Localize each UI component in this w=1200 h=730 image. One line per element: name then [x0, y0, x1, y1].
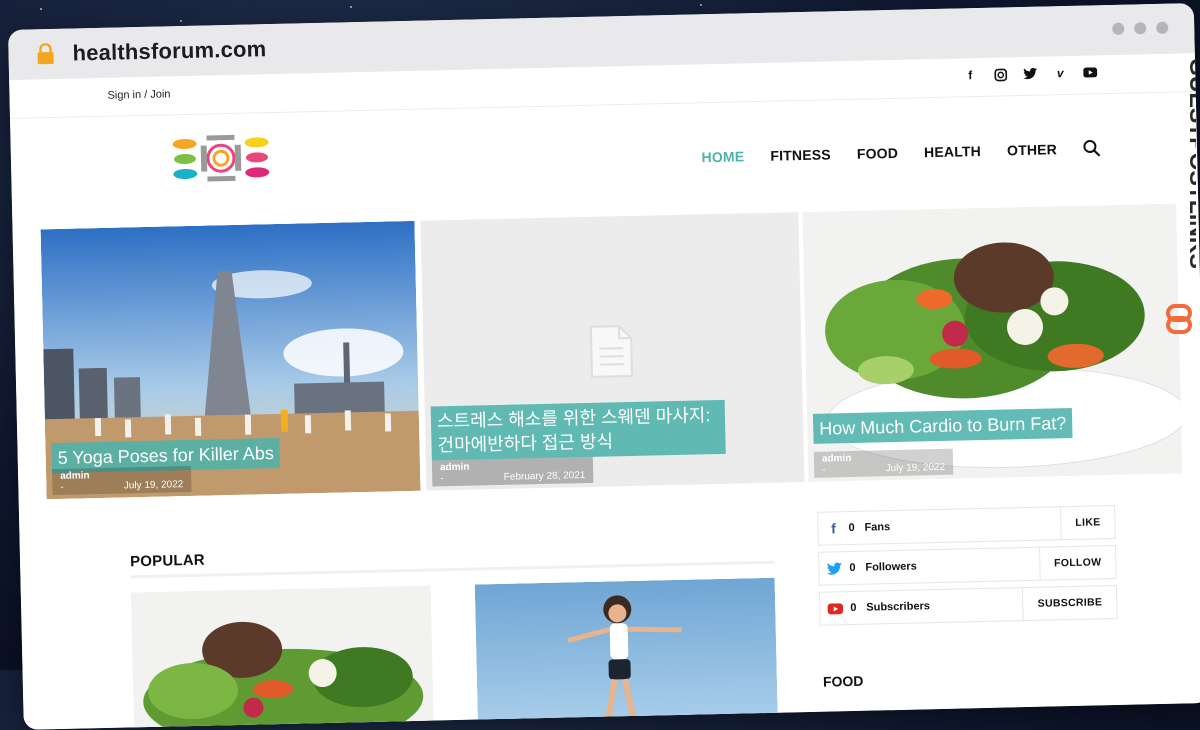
nav-home[interactable]: HOME — [701, 148, 744, 165]
social-row-youtube: 0 Subscribers SUBSCRIBE — [818, 584, 1118, 626]
food-heading: FOOD — [822, 672, 864, 690]
hero-author[interactable]: admin — [60, 470, 90, 482]
hero-meta: admin - July 19, 2022 — [813, 448, 954, 478]
popular-card[interactable] — [130, 585, 434, 730]
hero-meta: admin - July 19, 2022 — [51, 465, 192, 496]
youtube-icon — [820, 602, 850, 615]
popular-card[interactable] — [474, 577, 778, 725]
document-placeholder-icon — [589, 325, 634, 378]
link-icon — [1166, 304, 1192, 334]
nav-fitness[interactable]: FITNESS — [770, 146, 831, 163]
facebook-icon: f — [830, 520, 837, 537]
window-dot-icon[interactable] — [1112, 22, 1125, 35]
twitter-icon[interactable] — [1021, 65, 1039, 83]
like-button[interactable]: LIKE — [1059, 506, 1115, 540]
social-links: f v — [961, 63, 1099, 84]
hero-date: July 19, 2022 — [885, 461, 946, 475]
hero-author[interactable]: admin — [822, 453, 852, 465]
subscribers-count: 0 — [850, 601, 857, 615]
social-row-twitter: 0 Followers FOLLOW — [818, 544, 1117, 586]
social-row-facebook: f 0 Fans LIKE — [817, 505, 1116, 546]
window-controls — [1112, 21, 1169, 35]
window-dot-icon[interactable] — [1134, 22, 1147, 35]
followers-label: Followers — [865, 560, 917, 574]
social-counter-widget: f 0 Fans LIKE 0 Followers FOLLOW 0 Subsc… — [817, 505, 1118, 626]
nav-other[interactable]: OTHER — [1007, 141, 1057, 158]
twitter-icon — [819, 562, 849, 576]
hero-title[interactable]: How Much Cardio to Burn Fat? — [812, 407, 1073, 444]
hero-card[interactable]: 스트레스 해소를 위한 스웨덴 마사지: 건마에반하다 접근 방식 admin … — [420, 212, 805, 491]
facebook-icon[interactable]: f — [961, 66, 979, 84]
meta-separator: - — [822, 464, 826, 476]
watermark-text: GUESTPOSTLINKS — [1185, 58, 1196, 269]
popular-divider — [130, 560, 775, 579]
youtube-icon[interactable] — [1081, 63, 1099, 81]
nav-health[interactable]: HEALTH — [924, 143, 981, 160]
browser-window: healthsforum.com Sign in / Join f v HOME… — [8, 3, 1200, 730]
subscribe-button[interactable]: SUBSCRIBE — [1022, 586, 1117, 621]
hero-card[interactable]: 5 Yoga Poses for Killer Abs admin - July… — [40, 220, 421, 500]
followers-count: 0 — [849, 561, 856, 575]
web-page: Sign in / Join f v HOME FITNESS FOOD HEA… — [9, 53, 1200, 730]
popular-image-salad — [130, 585, 434, 730]
meta-separator: - — [440, 473, 444, 485]
subscribers-label: Subscribers — [866, 600, 931, 614]
signin-link[interactable]: Sign in / Join — [107, 88, 170, 101]
url-text[interactable]: healthsforum.com — [72, 36, 266, 66]
lock-icon — [37, 43, 54, 65]
hero-meta: admin - February 28, 2021 — [431, 456, 594, 487]
instagram-icon[interactable] — [991, 65, 1009, 83]
nav-food[interactable]: FOOD — [857, 145, 899, 162]
hero-author[interactable]: admin — [440, 462, 470, 474]
vimeo-icon[interactable]: v — [1051, 64, 1069, 82]
fans-label: Fans — [864, 521, 891, 534]
hero-date: February 28, 2021 — [503, 470, 586, 483]
guestpostlinks-watermark: GUESTPOSTLINKS — [1166, 58, 1196, 334]
meta-separator: - — [60, 481, 64, 493]
site-logo[interactable] — [170, 132, 271, 184]
main-nav: HOME FITNESS FOOD HEALTH OTHER — [701, 139, 1101, 166]
popular-image-jump — [474, 577, 778, 725]
follow-button[interactable]: FOLLOW — [1038, 546, 1116, 580]
search-icon[interactable] — [1083, 139, 1101, 157]
fans-count: 0 — [848, 521, 855, 535]
hero-title[interactable]: 스트레스 해소를 위한 스웨덴 마사지: 건마에반하다 접근 방식 — [430, 399, 726, 461]
hero-card[interactable]: How Much Cardio to Burn Fat? admin - Jul… — [802, 203, 1183, 482]
hero-date: July 19, 2022 — [123, 479, 184, 492]
window-dot-icon[interactable] — [1156, 21, 1169, 34]
popular-heading: POPULAR — [129, 551, 206, 571]
